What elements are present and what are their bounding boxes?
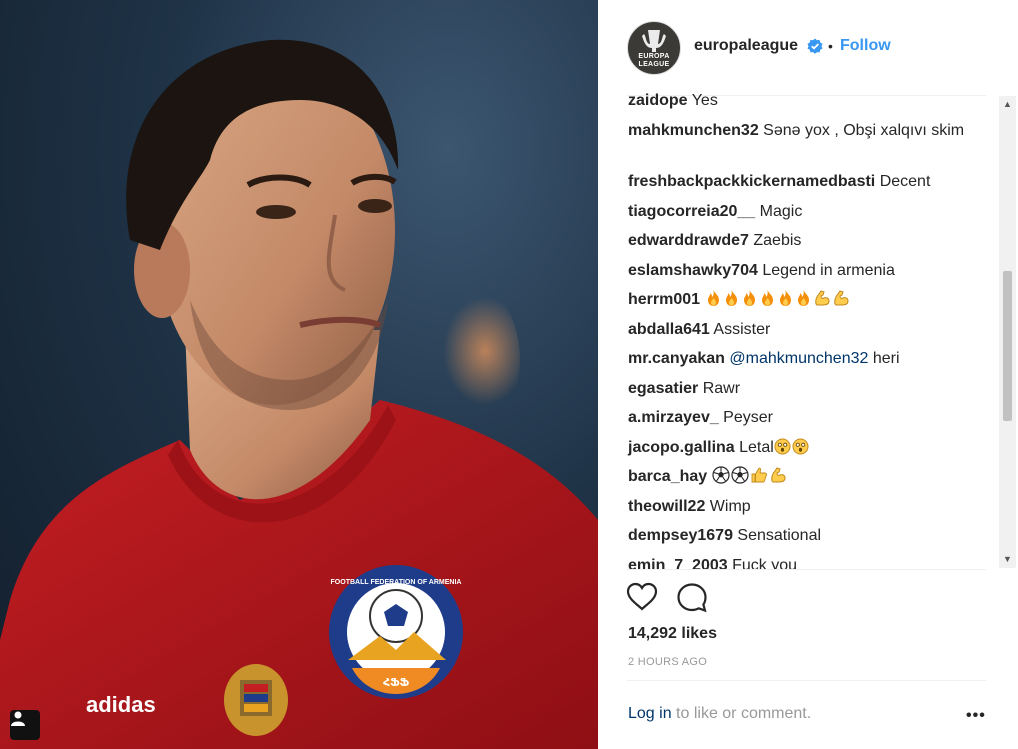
- comment-text: Assister: [709, 321, 771, 338]
- comment-item: abdalla641 Assister: [628, 319, 968, 341]
- astonished-emoji-icon: [774, 438, 792, 456]
- comment-username[interactable]: tiagocorreia20__: [628, 203, 755, 220]
- login-prompt-text: to like or comment.: [671, 705, 812, 722]
- comment-item: theowill22 Wimp: [628, 496, 968, 518]
- comment-username[interactable]: mr.canyakan: [628, 350, 725, 367]
- fire-emoji-icon: [777, 290, 795, 308]
- post-sidebar: EUROPA LEAGUE europaleague • Follow zaid…: [598, 0, 1018, 749]
- muscle-emoji-icon: [832, 290, 851, 308]
- user-tag-button[interactable]: [10, 710, 40, 740]
- comment-username[interactable]: herrm001: [628, 291, 700, 308]
- comment-text: heri: [868, 350, 900, 367]
- likes-count[interactable]: 14,292 likes: [628, 625, 717, 643]
- comment-text: Rawr: [698, 380, 741, 397]
- heart-icon[interactable]: [626, 582, 658, 612]
- comment-text: Magic: [755, 203, 803, 220]
- comment-text: Sensational: [732, 527, 822, 544]
- comment-username[interactable]: freshbackpackkickernamedbasti: [628, 173, 875, 190]
- comment-text: Decent: [875, 173, 931, 190]
- comment-item: zaidope Yes: [628, 90, 968, 112]
- comment-username[interactable]: jacopo.gallina: [628, 439, 735, 456]
- scroll-up-arrow-icon[interactable]: ▲: [999, 96, 1016, 113]
- action-bar: [626, 582, 726, 614]
- muscle-emoji-icon: [769, 467, 788, 485]
- comment-username[interactable]: mahkmunchen32: [628, 122, 759, 139]
- comment-text: Letal: [734, 439, 774, 456]
- comment-item: freshbackpackkickernamedbasti Decent: [628, 171, 968, 193]
- astonished-emoji-icon: [792, 438, 810, 456]
- soccer-emoji-icon: [712, 466, 731, 485]
- comment-item: tiagocorreia20__ Magic: [628, 201, 968, 223]
- comment-username[interactable]: dempsey1679: [628, 527, 733, 544]
- comment-item: a.mirzayev_ Peyser: [628, 407, 968, 429]
- muscle-emoji-icon: [813, 290, 832, 308]
- login-link[interactable]: Log in: [628, 705, 672, 722]
- login-prompt: Log in to like or comment.: [628, 705, 811, 723]
- comments-list[interactable]: zaidope Yes mahkmunchen32 Sənə yox , Obşi…: [598, 88, 1018, 570]
- comment-item: herrm001: [628, 289, 968, 311]
- comment-item: barca_hay: [628, 466, 968, 488]
- adidas-wordmark: adidas: [86, 692, 156, 717]
- comment-username[interactable]: eslamshawky704: [628, 262, 758, 279]
- comment-username[interactable]: abdalla641: [628, 321, 710, 338]
- more-options-button[interactable]: •••: [966, 707, 986, 725]
- comment-item: mahkmunchen32 Sənə yox , Obşi xalqıvı sk…: [628, 120, 968, 142]
- comment-item: emin_7_2003 Fuck you: [628, 555, 968, 570]
- comment-username[interactable]: theowill22: [628, 498, 705, 515]
- comments-scrollbar[interactable]: ▲ ▼: [999, 96, 1016, 568]
- coat-of-arms: [224, 664, 288, 736]
- comment-text: Wimp: [705, 498, 751, 515]
- post-photo[interactable]: adidas ՀՖՖ FOOTBALL FEDERATION OF ARMENI…: [0, 0, 598, 749]
- thumbs-up-emoji-icon: [750, 467, 769, 485]
- comment-username[interactable]: zaidope: [628, 92, 688, 109]
- fire-emoji-icon: [741, 290, 759, 308]
- fire-emoji-icon: [795, 290, 813, 308]
- user-tag-icon: [11, 711, 25, 726]
- comment-item: dempsey1679 Sensational: [628, 525, 968, 547]
- footer-divider: [627, 680, 986, 681]
- scrollbar-thumb[interactable]: [1003, 271, 1012, 421]
- fire-emoji-icon: [705, 290, 723, 308]
- post-header: EUROPA LEAGUE europaleague • Follow: [598, 0, 1018, 95]
- comment-username[interactable]: a.mirzayev_: [628, 409, 719, 426]
- fire-emoji-icon: [759, 290, 777, 308]
- comment-text: Zaebis: [748, 232, 802, 249]
- avatar-text: EUROPA LEAGUE: [638, 53, 670, 68]
- comment-text: Sənə yox , Obşi xalqıvı skim: [758, 122, 965, 139]
- player-illustration: adidas ՀՖՖ FOOTBALL FEDERATION OF ARMENI…: [0, 39, 598, 749]
- follow-button[interactable]: Follow: [840, 37, 891, 55]
- comment-item: mr.canyakan @mahkmunchen32 heri: [628, 348, 968, 370]
- comment-username[interactable]: egasatier: [628, 380, 698, 397]
- comment-item: edwarddrawde7 Zaebis: [628, 230, 968, 252]
- soccer-emoji-icon: [731, 466, 750, 485]
- post-timestamp[interactable]: 2 HOURS AGO: [628, 656, 707, 668]
- username[interactable]: europaleague: [694, 37, 798, 55]
- scroll-down-arrow-icon[interactable]: ▼: [999, 551, 1016, 568]
- comment-item: eslamshawky704 Legend in armenia: [628, 260, 968, 282]
- comment-username[interactable]: edwarddrawde7: [628, 232, 749, 249]
- comments-divider: [627, 569, 986, 570]
- avatar[interactable]: EUROPA LEAGUE: [627, 21, 681, 75]
- federation-initials: ՀՖՖ: [383, 676, 410, 689]
- comment-text: Yes: [687, 92, 718, 109]
- comment-username[interactable]: barca_hay: [628, 468, 707, 485]
- comment-mention[interactable]: @mahkmunchen32: [725, 350, 868, 367]
- comment-icon[interactable]: [676, 582, 708, 614]
- comment-text: Legend in armenia: [757, 262, 895, 279]
- separator-dot: •: [828, 38, 833, 54]
- comment-item: jacopo.gallina Letal: [628, 437, 968, 459]
- comment-text: Peyser: [718, 409, 773, 426]
- verified-badge-icon: [807, 38, 823, 54]
- comment-item: egasatier Rawr: [628, 378, 968, 400]
- federation-name: FOOTBALL FEDERATION OF ARMENIA: [331, 579, 462, 586]
- fire-emoji-icon: [723, 290, 741, 308]
